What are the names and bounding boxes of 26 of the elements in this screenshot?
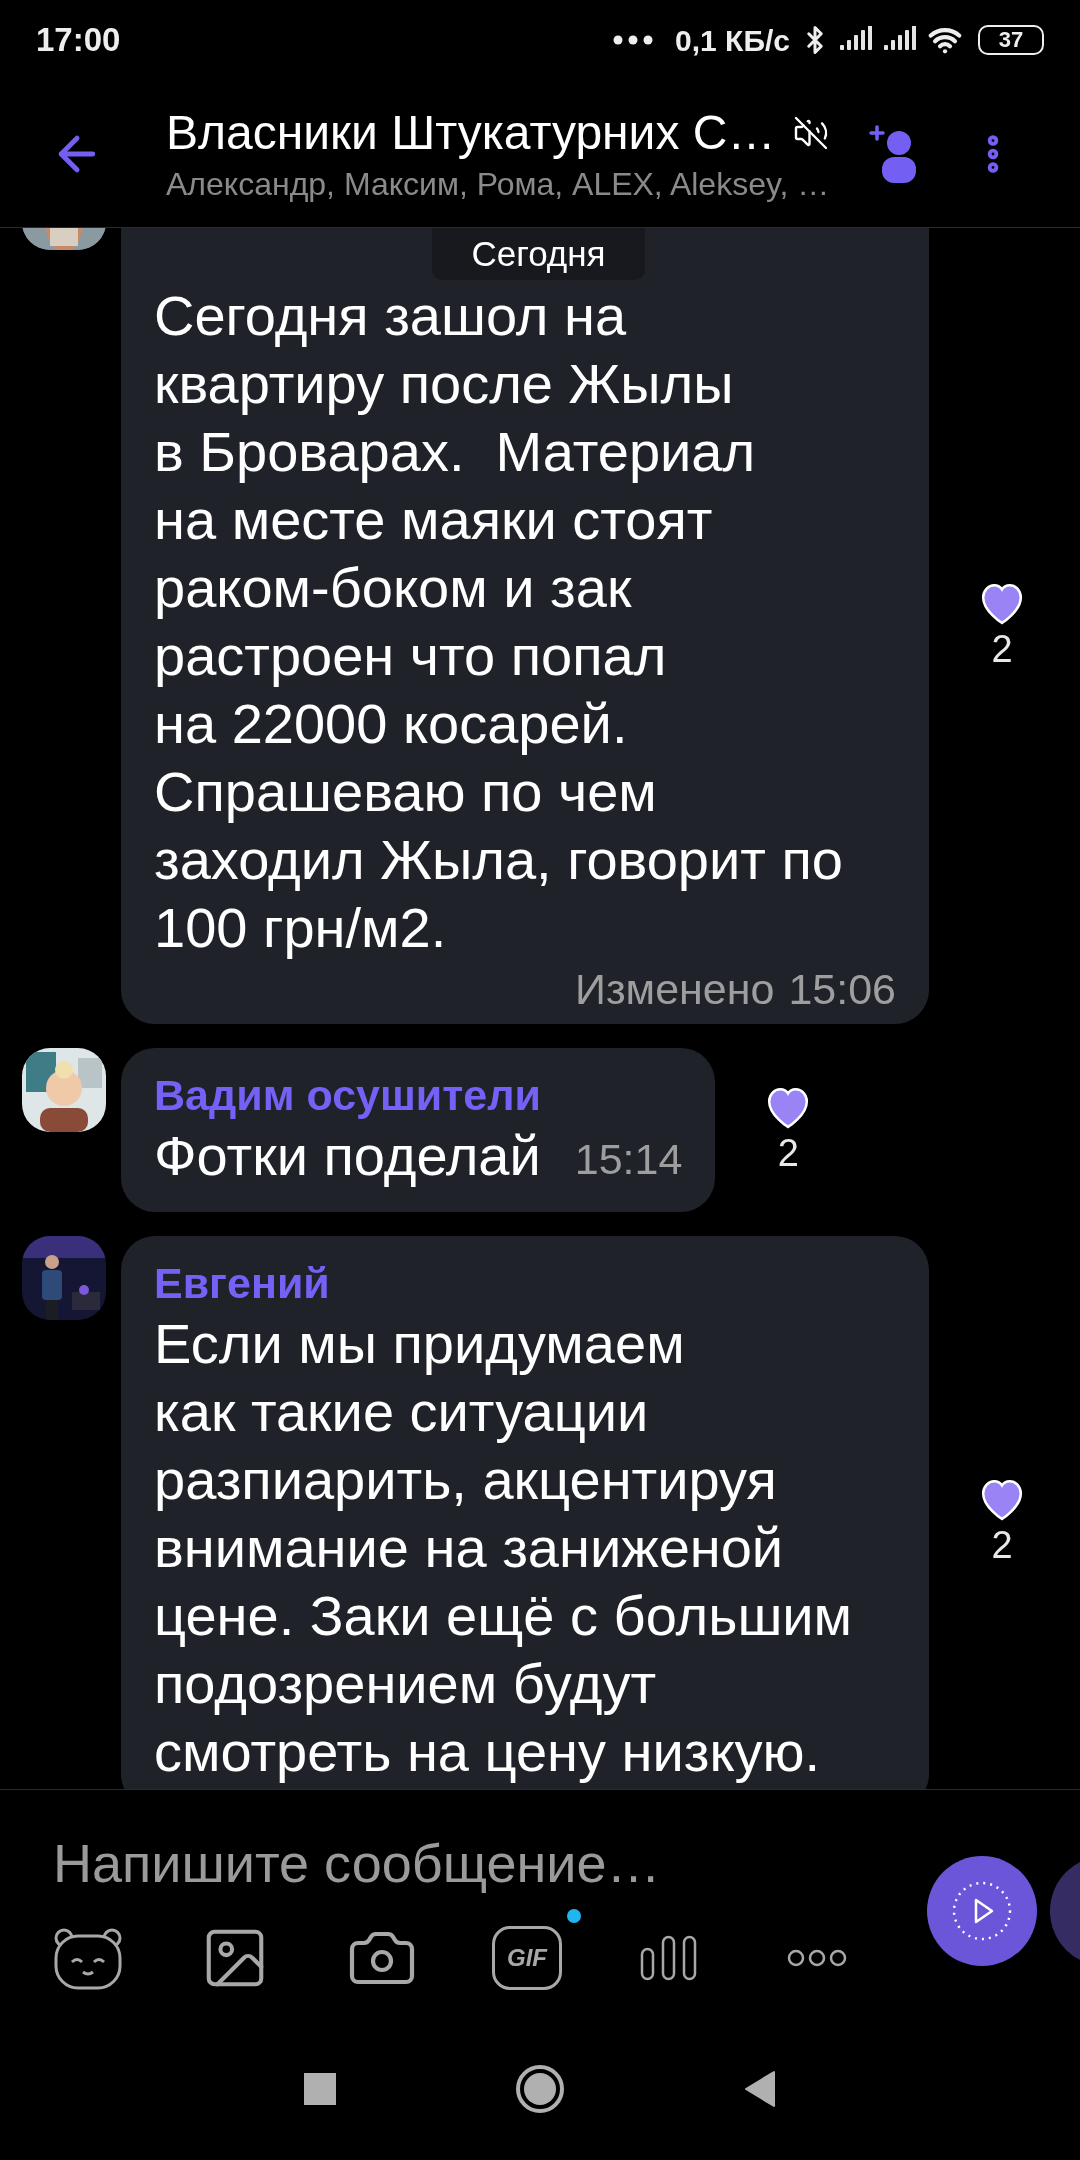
message-time: 15:06: [788, 964, 896, 1015]
battery-indicator: 37: [978, 25, 1044, 55]
message-field[interactable]: Напишите сообщение…: [53, 1828, 893, 1898]
more-options-icon[interactable]: [786, 1948, 848, 1968]
more-notifications-icon: [613, 35, 654, 45]
message-text: Сегодня зашол на квартиру после Жылы в Броварах. Материал на месте маяки стоят раком-боком и зак растроен что попал на 22000 косарей. Спрашеваю по чем заходил Жыла, говорит по 100 грн/м2.: [154, 283, 844, 961]
reaction-count: 2: [991, 627, 1013, 672]
chat-members: Александр, Максим, Рома, ALEX, Aleksey, …: [166, 164, 831, 204]
message-time: 15:14: [574, 1134, 683, 1185]
edited-label: Изменено: [574, 964, 775, 1015]
message-text: Фотки поделай: [154, 1123, 541, 1189]
home-button[interactable]: [516, 2064, 564, 2113]
chat-title[interactable]: Власники Штукатурних С…: [166, 102, 776, 163]
back-nav-icon[interactable]: [744, 2069, 776, 2108]
sender-name: Вадим осушители: [154, 1070, 542, 1121]
recent-apps-button[interactable]: [304, 2072, 336, 2105]
sender-name: Евгений: [154, 1258, 331, 1309]
status-time: 17:00: [36, 20, 121, 61]
audio-bars-icon[interactable]: [640, 1935, 698, 1981]
message-text: Если мы придумаем как такие ситуации разпиарить, акцентируя внимание на заниженой цене. Заки ещё с большим подозрением будут смотреть на цену низкую.: [154, 1311, 854, 1785]
play-icon: [950, 1879, 1014, 1943]
network-speed: 0,1 КБ/с: [675, 22, 790, 59]
date-label: Сегодня: [432, 228, 645, 280]
sticker-icon[interactable]: [52, 1926, 124, 1990]
reaction-count: 2: [991, 1523, 1013, 1568]
reaction-count: 2: [777, 1131, 799, 1176]
